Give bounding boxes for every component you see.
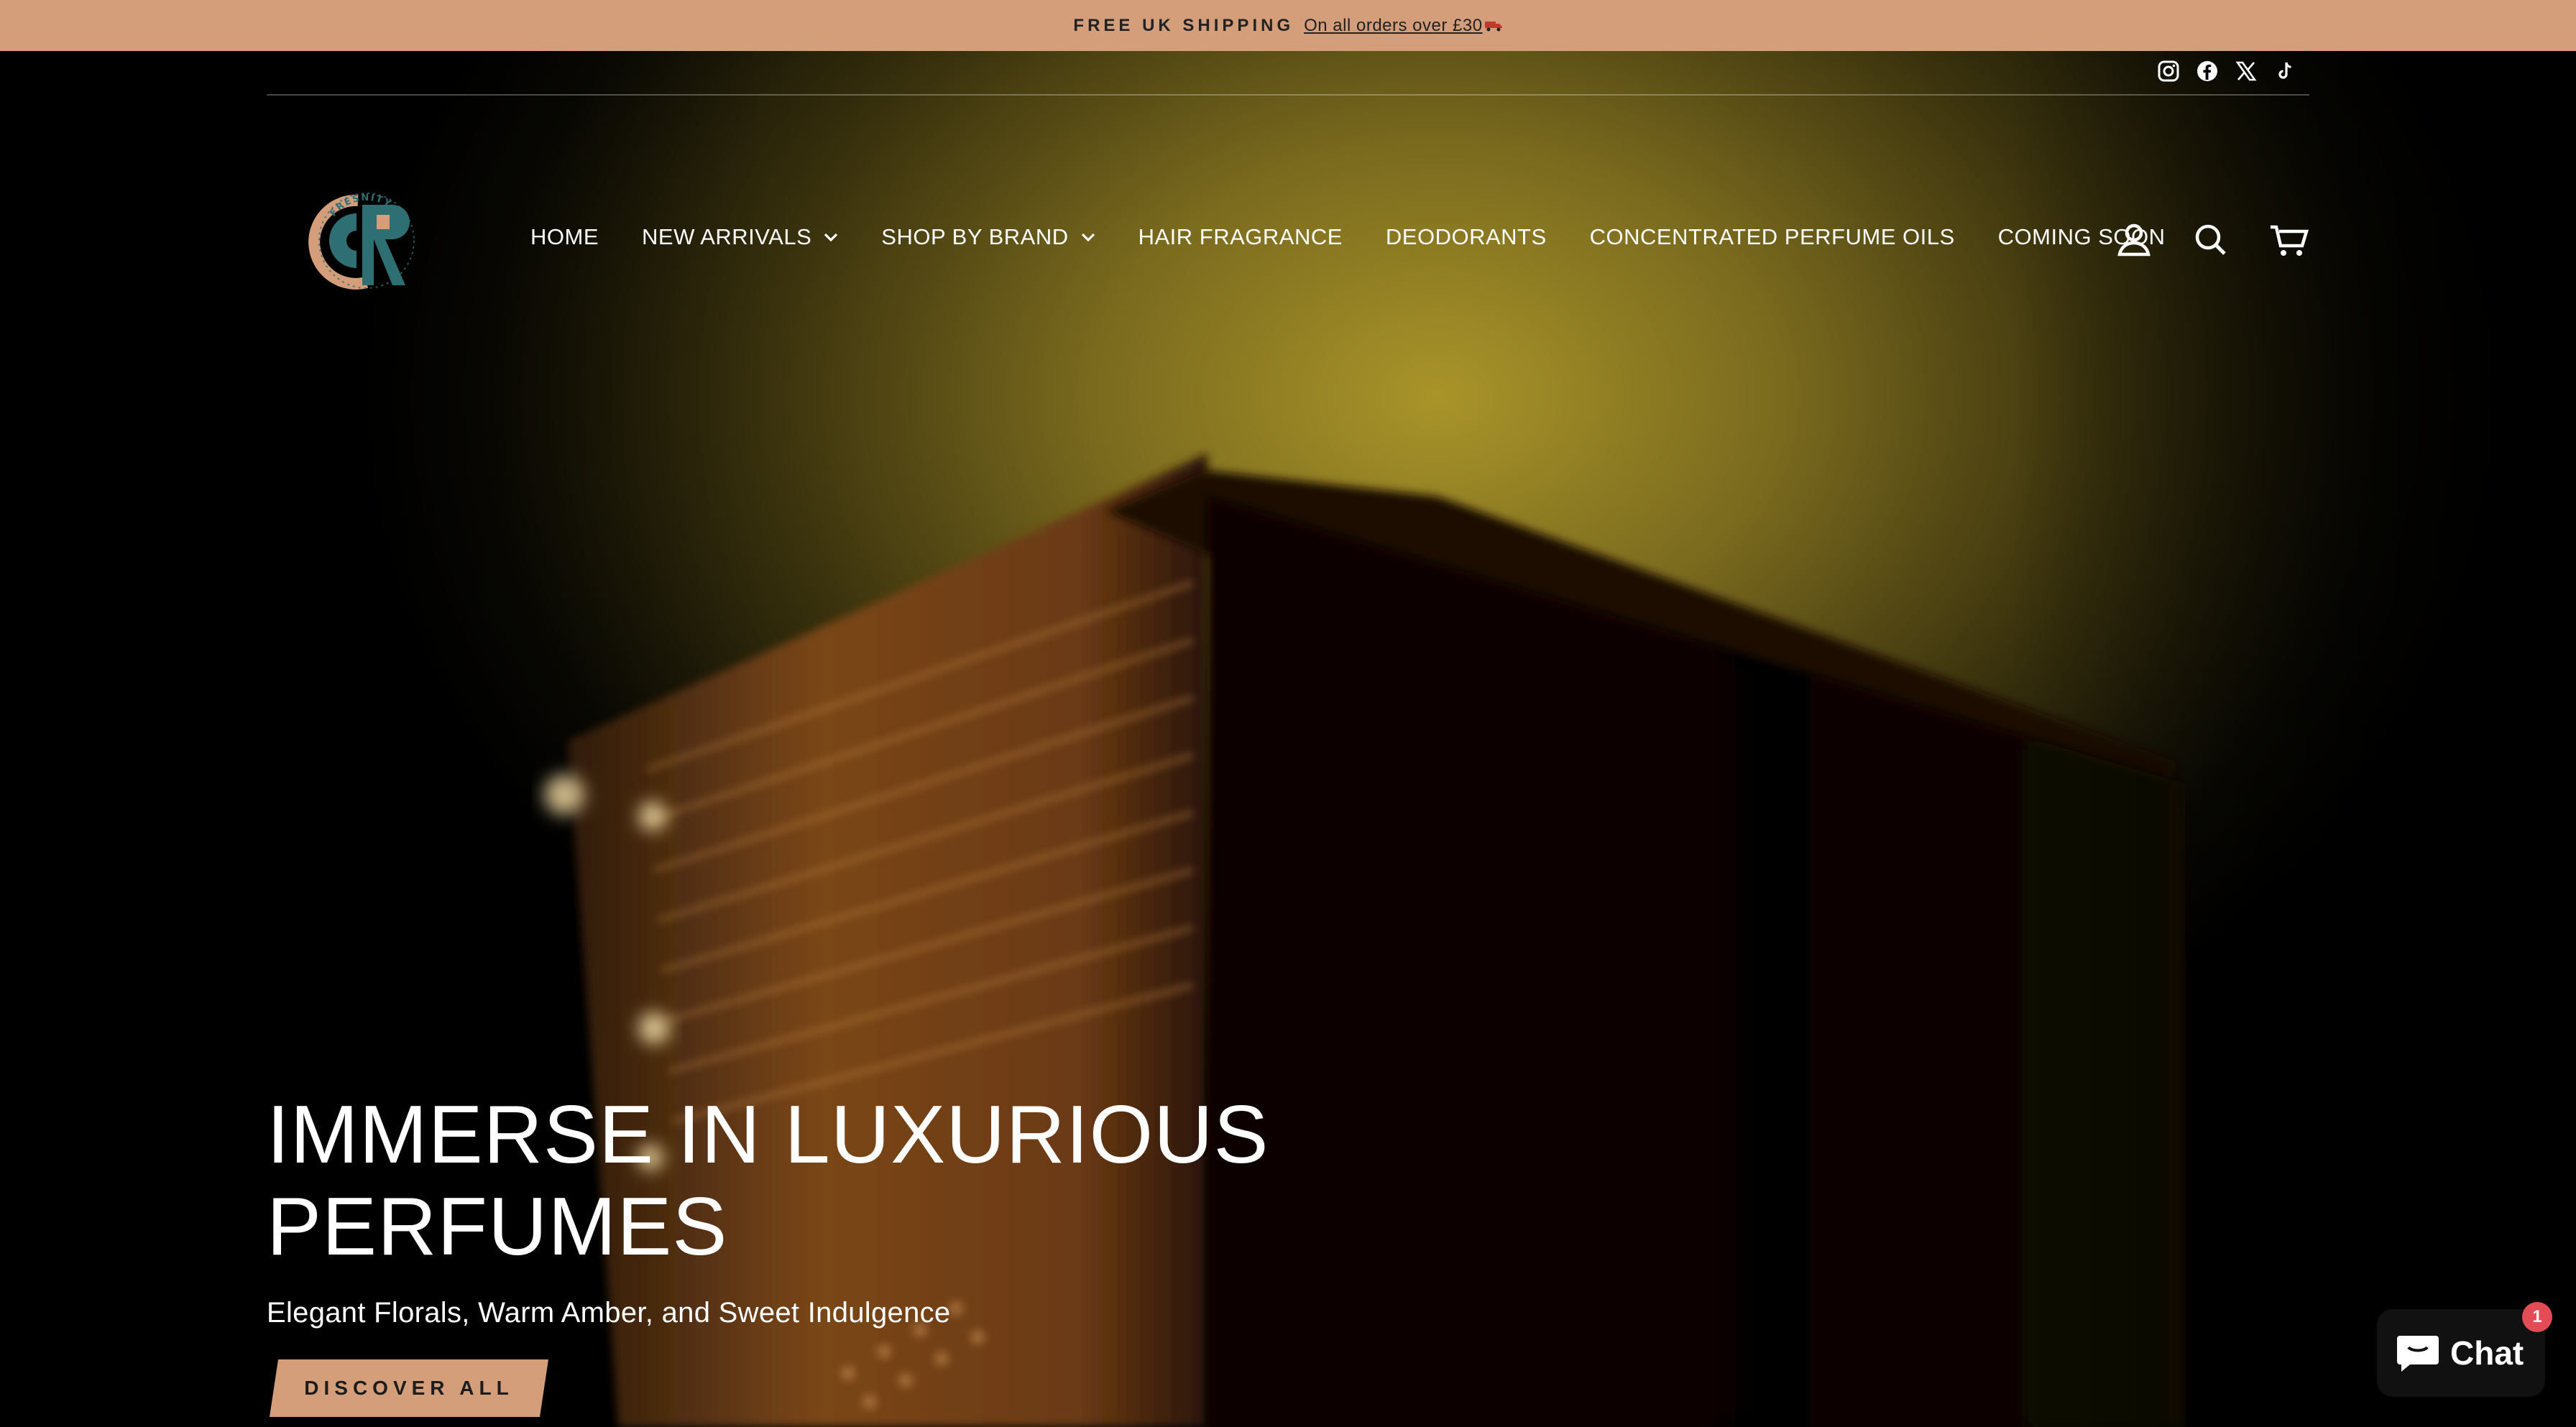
facebook-icon[interactable] [2196, 60, 2219, 83]
truck-icon [1484, 21, 1502, 31]
hero-subheading: Elegant Florals, Warm Amber, and Sweet I… [267, 1297, 951, 1329]
social-bar [267, 51, 2309, 96]
hero-headline: IMMERSE IN LUXURIOUS PERFUMES [267, 1089, 1269, 1273]
cart-icon[interactable] [2269, 217, 2309, 265]
nav-item-label: SHOP BY BRAND [881, 224, 1069, 249]
announcement-link[interactable]: On all orders over £30 [1304, 16, 1482, 36]
chat-label: Chat [2450, 1334, 2524, 1372]
chevron-down-icon [1081, 233, 1095, 242]
header-actions [2117, 217, 2309, 265]
nav-item-home[interactable]: HOME [530, 224, 599, 250]
chat-bubble-icon [2397, 1336, 2439, 1372]
brand-logo[interactable]: FRESNITY [302, 176, 431, 305]
search-icon[interactable] [2193, 217, 2227, 265]
announcement-prefix: FREE UK SHIPPING [1073, 15, 1294, 35]
nav-item-label: CONCENTRATED PERFUME OILS [1589, 224, 1955, 249]
nav-item-shop-by-brand[interactable]: SHOP BY BRAND [881, 224, 1095, 250]
nav-item-concentrated-perfume-oils[interactable]: CONCENTRATED PERFUME OILS [1590, 224, 1955, 250]
nav-item-label: HOME [530, 224, 599, 249]
nav-item-label: DEODORANTS [1385, 224, 1547, 249]
nav-item-label: HAIR FRAGRANCE [1138, 224, 1343, 249]
discover-all-button[interactable]: DISCOVER ALL [270, 1359, 548, 1417]
nav-item-new-arrivals[interactable]: NEW ARRIVALS [642, 224, 838, 250]
nav-item-deodorants[interactable]: DEODORANTS [1386, 224, 1547, 250]
nav-item-hair-fragrance[interactable]: HAIR FRAGRANCE [1138, 224, 1343, 250]
chat-button[interactable]: Chat 1 [2377, 1302, 2552, 1397]
main-nav: HOME NEW ARRIVALS SHOP BY BRAND HAIR FRA… [530, 224, 2165, 250]
x-icon[interactable] [2235, 60, 2258, 83]
chat-badge: 1 [2522, 1302, 2552, 1332]
account-icon[interactable] [2117, 217, 2151, 265]
announcement-bar: FREE UK SHIPPING On all orders over £30 [0, 0, 2576, 51]
nav-item-label: NEW ARRIVALS [642, 224, 812, 249]
tiktok-icon[interactable] [2273, 60, 2296, 83]
instagram-icon[interactable] [2157, 60, 2180, 83]
chevron-down-icon [824, 233, 838, 242]
